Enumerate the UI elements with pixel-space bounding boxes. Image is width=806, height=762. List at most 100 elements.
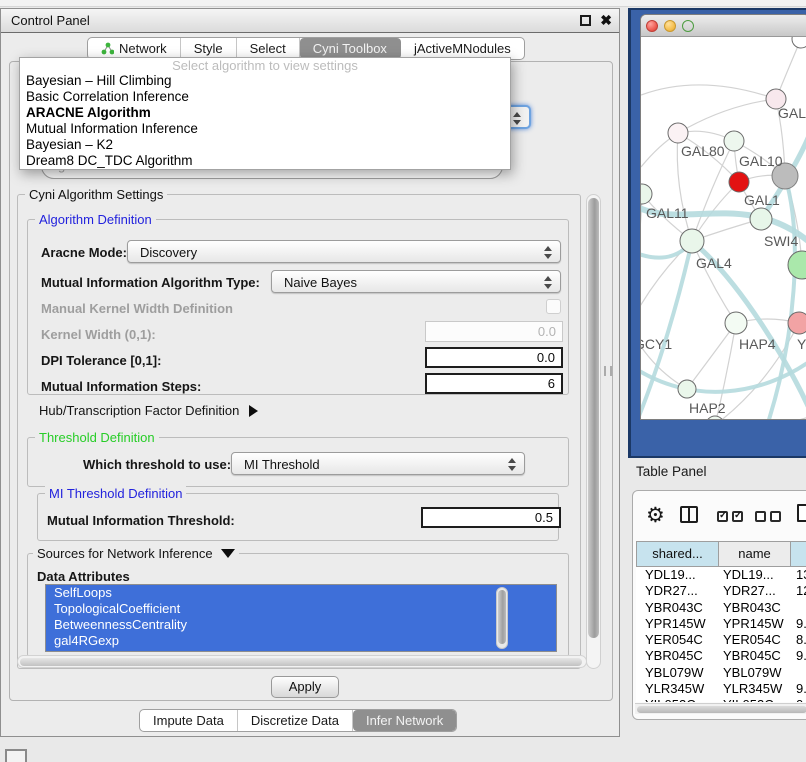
apply-button[interactable]: Apply: [271, 676, 339, 698]
close-traffic-light-icon[interactable]: [646, 20, 658, 32]
table-row[interactable]: YBL079WYBL079W: [636, 665, 806, 681]
network-window: GALGAL80GAL10GAL1SWI4GAL11GAL4GCY1HAP4YH…: [640, 14, 806, 420]
combo-spinner-icon: [513, 111, 521, 126]
settings-horizontal-scrollbar[interactable]: [17, 655, 587, 668]
cell-shared-name: YLR345W: [645, 681, 704, 696]
cell-value: 9.: [796, 616, 806, 631]
network-node-y[interactable]: [788, 312, 806, 334]
tab-jactivemnodules[interactable]: jActiveMNodules: [401, 38, 524, 59]
which-threshold-value: MI Threshold: [244, 457, 320, 472]
column-header-shared[interactable]: shared...: [636, 541, 719, 567]
algorithm-option-mutual-information-inference[interactable]: Mutual Information Inference: [20, 121, 510, 137]
algorithm-option-aracne-algorithm[interactable]: ARACNE Algorithm: [20, 105, 510, 121]
table-row[interactable]: YDR27...YDR27...12: [636, 583, 806, 599]
kernel-width-field[interactable]: 0.0: [425, 321, 563, 342]
select-unchecked-pair-icon[interactable]: [755, 511, 781, 522]
cyni-settings-group-title: Cyni Algorithm Settings: [25, 187, 167, 202]
settings-vertical-scrollbar[interactable]: [586, 194, 601, 669]
cell-shared-name: YDR27...: [645, 583, 698, 598]
hub-transcription-factor-expander[interactable]: Hub/Transcription Factor Definition: [39, 403, 258, 418]
mi-threshold-field[interactable]: 0.5: [421, 507, 561, 528]
mi-algorithm-type-combobox[interactable]: Naive Bayes: [271, 270, 561, 293]
aracne-mode-label: Aracne Mode:: [41, 245, 127, 260]
table-row[interactable]: YBR045CYBR045C9.: [636, 648, 806, 664]
algorithm-option-basic-correlation-inference[interactable]: Basic Correlation Inference: [20, 89, 510, 105]
table-row[interactable]: YBR043CYBR043C: [636, 600, 806, 616]
which-threshold-combobox[interactable]: MI Threshold: [231, 452, 525, 475]
minimize-traffic-light-icon[interactable]: [664, 20, 676, 32]
network-node-label: HAP2: [689, 400, 726, 416]
cell-value: 8.: [796, 632, 806, 647]
attribute-item-selfloops[interactable]: SelfLoops: [46, 585, 556, 601]
network-node-gal10[interactable]: [724, 131, 744, 151]
cell-name: YBR043C: [723, 600, 781, 615]
threshold-definition-title: Threshold Definition: [35, 430, 159, 445]
algorithm-option-dream8-dc-tdc-algorithm[interactable]: Dream8 DC_TDC Algorithm: [20, 153, 510, 169]
zoom-traffic-light-icon[interactable]: [682, 20, 694, 32]
tab-select[interactable]: Select: [237, 38, 300, 59]
data-attributes-list[interactable]: SelfLoopsTopologicalCoefficientBetweenne…: [45, 584, 557, 652]
bottom-tab-discretize-data[interactable]: Discretize Data: [238, 710, 353, 731]
network-node-gal11[interactable]: [641, 184, 652, 204]
table-row[interactable]: YDL19...YDL19...13: [636, 567, 806, 583]
column-header-name[interactable]: name: [719, 541, 791, 567]
cell-value: 9.: [796, 648, 806, 663]
aracne-mode-combobox[interactable]: Discovery: [127, 240, 561, 263]
algorithm-option-bayesian-hill-climbing[interactable]: Bayesian – Hill Climbing: [20, 73, 510, 89]
window-grid-icon[interactable]: [5, 749, 27, 762]
tab-cyni-toolbox[interactable]: Cyni Toolbox: [300, 38, 401, 59]
network-node-gal80[interactable]: [668, 123, 688, 143]
split-table-icon[interactable]: [680, 506, 698, 523]
sources-expander[interactable]: Sources for Network Inference: [33, 546, 239, 561]
mi-threshold-label: Mutual Information Threshold:: [47, 513, 235, 528]
network-node-label: GAL80: [681, 143, 725, 159]
network-node-gal1[interactable]: [729, 172, 749, 192]
network-canvas[interactable]: GALGAL80GAL10GAL1SWI4GAL11GAL4GCY1HAP4YH…: [641, 37, 806, 419]
column-header-extra[interactable]: [791, 541, 806, 567]
restore-icon[interactable]: [580, 15, 591, 26]
tab-label: Cyni Toolbox: [313, 41, 387, 56]
tab-network[interactable]: Network: [88, 38, 181, 59]
table-row[interactable]: YIL052CYIL052C0.: [636, 697, 806, 702]
network-node-swi4[interactable]: [750, 208, 772, 230]
cell-value: 13: [796, 567, 806, 582]
bottom-tab-impute-data[interactable]: Impute Data: [140, 710, 238, 731]
cell-shared-name: YBL079W: [645, 665, 704, 680]
table-row[interactable]: YPR145WYPR145W9.: [636, 616, 806, 632]
bottom-tab-infer-network[interactable]: Infer Network: [353, 710, 456, 731]
mi-steps-field[interactable]: 6: [425, 373, 563, 394]
table-row[interactable]: YER054CYER054C8.: [636, 632, 806, 648]
attribute-item-topologicalcoefficient[interactable]: TopologicalCoefficient: [46, 601, 556, 617]
tab-style[interactable]: Style: [181, 38, 237, 59]
attribute-item-betweennesscentrality[interactable]: BetweennessCentrality: [46, 617, 556, 633]
network-node-gal4[interactable]: [680, 229, 704, 253]
network-node[interactable]: [706, 416, 724, 419]
table-horizontal-scrollbar[interactable]: [635, 703, 806, 714]
attributes-list-scrollbar[interactable]: [496, 587, 508, 649]
close-icon[interactable]: ✖: [600, 12, 612, 29]
dpi-tolerance-field[interactable]: 0.0: [425, 347, 563, 368]
attribute-item-gal4rgexp[interactable]: gal4RGexp: [46, 633, 556, 649]
network-node[interactable]: [788, 251, 806, 279]
network-node-hap2[interactable]: [678, 380, 696, 398]
manual-kernel-width-checkbox[interactable]: [546, 299, 561, 314]
mi-steps-label: Mutual Information Steps:: [41, 379, 201, 394]
table-panel-title: Table Panel: [636, 464, 707, 479]
control-panel-bottom-tabbar: Impute DataDiscretize DataInfer Network: [139, 709, 457, 732]
algorithm-option-bayesian-k2[interactable]: Bayesian – K2: [20, 137, 510, 153]
cell-name: YIL052C: [723, 697, 774, 702]
network-node-hap4[interactable]: [725, 312, 747, 334]
gear-icon[interactable]: ⚙: [646, 502, 665, 528]
network-node-label: GAL11: [646, 205, 689, 221]
expander-expanded-icon: [221, 549, 235, 558]
panel-divider-handle[interactable]: [604, 366, 612, 376]
network-node-label: GAL4: [696, 255, 732, 271]
table-row[interactable]: YLR345WYLR345W9.: [636, 681, 806, 697]
document-icon[interactable]: [797, 504, 806, 522]
network-edge: [641, 241, 692, 326]
kernel-width-label: Kernel Width (0,1):: [41, 327, 156, 342]
cell-value: 9.: [796, 681, 806, 696]
network-node[interactable]: [792, 37, 806, 48]
data-attributes-label: Data Attributes: [37, 569, 130, 584]
select-checked-pair-icon[interactable]: [717, 511, 743, 522]
